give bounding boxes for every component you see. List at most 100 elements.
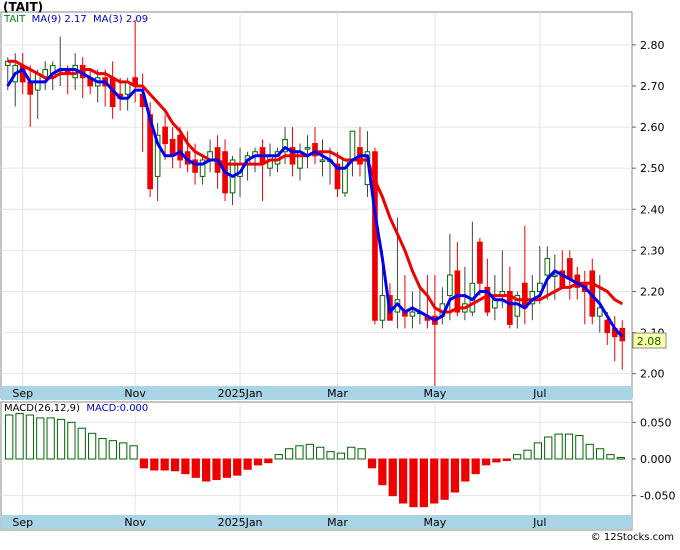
macd-bar [347,446,356,460]
macd-bar [326,451,335,460]
macd-bar [471,458,480,475]
macd-bar [108,440,117,460]
chart-svg: Sep Nov 2025Jan Mar May Jul 2.80 2.70 2.60 2.50 2… [0,11,675,531]
candle-body [162,126,168,145]
macd-bar [440,458,449,500]
macd-bar [554,433,563,460]
credit-text: © 12Stocks.com [590,532,674,543]
macd-y-tick-label: -0.050 [640,490,675,503]
candle-body [27,81,34,95]
macd-bar [367,458,377,469]
legend-ticker: TAIT [4,14,26,25]
macd-bar [191,458,200,478]
last-price-value: 2.08 [637,335,662,348]
macd-bar [243,458,252,470]
macd-bar [87,432,97,460]
macd-bar [409,458,418,508]
price-y-tick-label: 2.00 [640,368,665,381]
candle-body [177,134,183,161]
macd-bar [523,449,532,460]
macd-bar [430,458,439,504]
price-x-tick-label: May [424,387,447,400]
candle-body [447,274,453,297]
price-x-tick-label: 2025Jan [218,387,263,400]
macd-bar [492,458,501,463]
macd-bar [575,435,584,460]
macd-value: MACD:0.000 [86,403,149,414]
macd-bar [606,454,615,460]
candle-body [319,159,326,162]
macd-bar [67,421,76,460]
macd-y-tick-label: 0.050 [640,416,672,429]
legend-ma-long-value: 2.17 [64,14,87,25]
macd-bar [181,458,190,475]
macd-bar [585,443,594,460]
macd-bar [378,458,387,486]
macd-bar [513,454,522,460]
macd-bar [222,458,232,478]
macd-bar [150,458,159,471]
price-x-tick-label: Jul [532,387,546,400]
macd-x-tick-label: 2025Jan [218,516,263,529]
macd-x-tick-label: Sep [12,516,33,529]
candle-body [379,295,386,321]
macd-bar [233,458,242,476]
price-legend: TAIT MA(9) 2.17 MA(3) 2.09 [4,14,148,25]
macd-bar [15,413,24,460]
candle-body [477,241,483,284]
price-y-tick-label: 2.60 [640,121,665,134]
legend-ma-short-value: 2.09 [125,14,149,25]
price-y-ticks: 2.802.702.602.502.402.302.202.102.00 [632,39,665,381]
macd-bar [316,446,325,460]
macd-bar [139,458,149,469]
macd-bar [533,442,543,460]
macd-bar [357,448,366,460]
price-y-tick-label: 2.70 [640,80,665,93]
macd-bar [284,448,294,460]
macd-bar [295,445,304,460]
macd-legend: MACD(26,12,9) MACD:0.000 [4,403,148,414]
price-panel [0,11,633,399]
macd-bar [450,458,460,493]
macd-bar [336,452,346,460]
macd-bar [481,458,491,466]
price-y-tick-label: 2.50 [640,162,665,175]
price-y-tick-label: 2.20 [640,285,665,298]
macd-bar [77,427,86,460]
macd-bar [419,458,428,508]
macd-bar [502,458,511,461]
macd-y-tick-label: 0.000 [640,453,672,466]
macd-bar [170,458,180,472]
macd-bar [129,445,138,460]
macd-bar [5,414,14,460]
macd-bar [616,457,625,460]
candle-body [454,270,461,313]
legend-ma-long-label: MA(9) [31,14,62,25]
macd-bar [595,448,605,460]
macd-panel [0,401,633,531]
macd-x-tick-label: May [424,516,447,529]
candle-body [551,274,558,278]
macd-bar [461,458,470,482]
macd-bar [212,458,221,481]
macd-bar [36,417,45,460]
legend-ma-short-label: MA(3) [93,14,123,25]
candle-body [409,311,416,317]
macd-label: MACD(26,12,9) [4,403,80,414]
macd-x-tick-label: Jul [532,516,546,529]
last-price-tag: 2.08 [632,332,667,349]
macd-bar [305,443,314,460]
price-x-tick-label: Mar [327,387,348,400]
macd-bar [544,436,553,460]
candle-body [566,258,573,280]
price-y-tick-label: 2.40 [640,203,665,216]
macd-bar [264,458,273,464]
macd-bar [274,454,283,460]
price-x-tick-label: Sep [12,387,33,400]
macd-bar [160,458,169,471]
macd-bar [56,418,66,460]
chart-title: (TAIT) [3,0,44,14]
macd-bar [388,458,397,497]
price-y-tick-label: 2.30 [640,244,665,257]
macd-bar [253,458,263,466]
